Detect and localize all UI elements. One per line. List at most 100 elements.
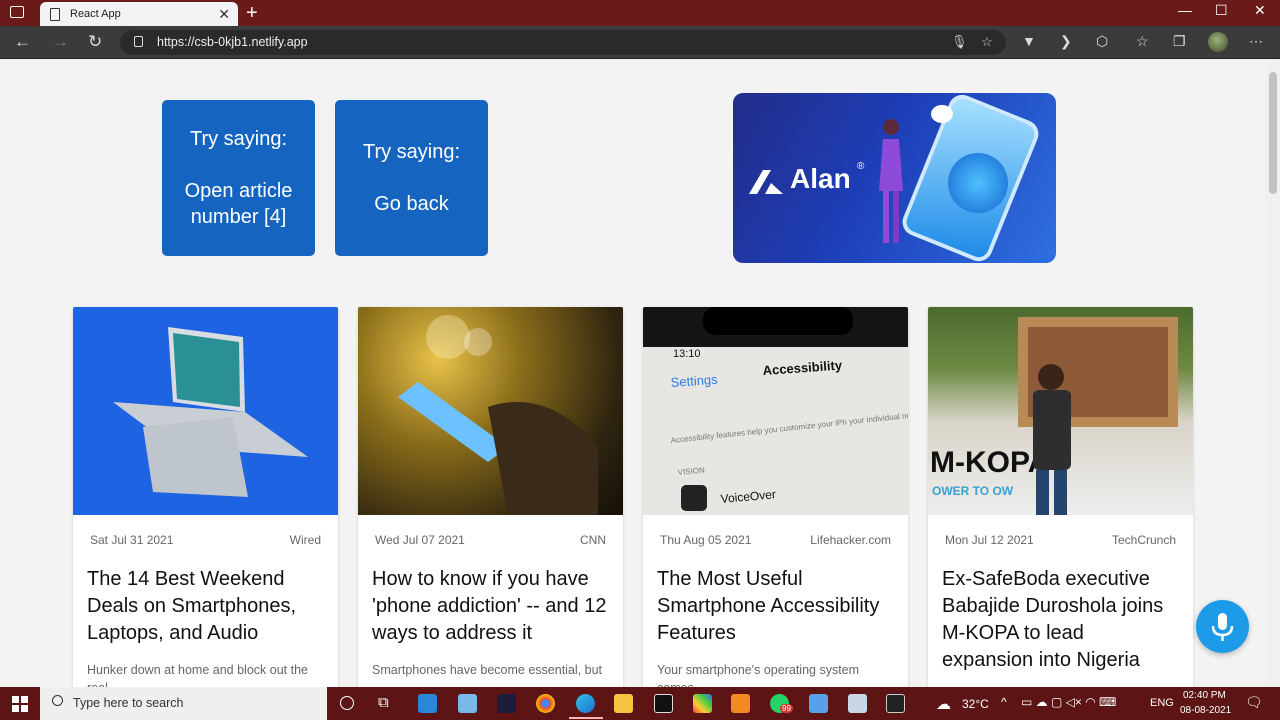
virtualbox-icon[interactable]: [458, 694, 477, 713]
windows-taskbar: Type here to search ⧉ 99 ☁ 32°C ^ ▭ ☁ ▢ …: [0, 687, 1280, 720]
article-date: Mon Jul 12 2021: [945, 533, 1034, 547]
profile-avatar[interactable]: [1208, 32, 1228, 52]
tab-close-icon[interactable]: ✕: [218, 6, 230, 23]
article-card[interactable]: Sat Jul 31 2021 Wired The 14 Best Weeken…: [73, 307, 338, 687]
terminal-icon[interactable]: [654, 694, 673, 713]
voiceover-text: VoiceOver: [720, 487, 776, 506]
search-placeholder: Type here to search: [73, 696, 184, 710]
vscode-icon[interactable]: [418, 694, 437, 713]
minimize-button[interactable]: —: [1178, 2, 1192, 18]
article-description: Smartphones have become essential, but: [372, 663, 602, 677]
article-source: CNN: [580, 533, 606, 547]
article-image: [73, 307, 338, 515]
mkopa-tagline-text: OWER TO OW: [932, 484, 1014, 498]
microphone-icon: [1211, 613, 1234, 641]
hint-heading: Try saying:: [362, 141, 461, 163]
hint-heading: Try saying:: [189, 128, 288, 150]
page-content: Try saying: Open article number [4] Try …: [0, 60, 1266, 687]
alan-banner: Alan ®: [733, 93, 1056, 263]
extension-shield-icon[interactable]: ▼: [1022, 33, 1036, 49]
alan-logo-icon: [749, 170, 783, 194]
more-menu-icon[interactable]: ⋯: [1249, 33, 1263, 50]
notepad-icon[interactable]: [848, 694, 867, 713]
close-window-button[interactable]: ✕: [1254, 2, 1266, 19]
favorite-add-icon[interactable]: ☆: [981, 34, 993, 50]
accessibility-heading-text: Accessibility: [762, 357, 843, 378]
search-icon: [52, 695, 63, 706]
article-title[interactable]: Ex-SafeBoda executive Babajide Duroshola…: [928, 566, 1193, 674]
sublime-icon[interactable]: [731, 694, 750, 713]
woman-illustration: [879, 119, 903, 243]
article-source: Wired: [289, 533, 321, 547]
extension-arrow-icon[interactable]: ❯: [1060, 33, 1072, 50]
article-description: Your smartphone's operating system comes: [657, 663, 860, 687]
address-bar[interactable]: https://csb-0kjb1.netlify.app 🎙 ☆: [120, 30, 1006, 55]
notification-icon[interactable]: 🗨: [1245, 694, 1263, 711]
weather-icon[interactable]: ☁: [936, 695, 951, 713]
microphone-icon[interactable]: 🎙: [951, 34, 968, 50]
scrollbar-thumb[interactable]: [1269, 72, 1277, 194]
whatsapp-badge: 99: [780, 704, 793, 713]
tab-actions-icon[interactable]: [10, 6, 24, 18]
extensions-icon[interactable]: ⬡: [1096, 33, 1108, 50]
mkopa-sign-text: M-KOPA: [930, 446, 1049, 479]
phone-time-text: 13:10: [673, 348, 701, 360]
task-view-icon[interactable]: ⧉: [378, 694, 389, 711]
edge-icon[interactable]: [576, 694, 595, 713]
accessibility-desc-text: Accessibility features help you customiz…: [670, 409, 908, 445]
maximize-button[interactable]: ☐: [1215, 2, 1228, 19]
alan-brand-text: Alan: [790, 163, 851, 194]
cortana-icon[interactable]: [340, 696, 354, 710]
cmd-icon[interactable]: [886, 694, 905, 713]
weather-temp[interactable]: 32°C: [962, 697, 989, 711]
article-description: Hunker down at home and block out the re…: [87, 663, 308, 687]
alan-mic-button[interactable]: [1196, 600, 1249, 653]
forward-button[interactable]: →: [52, 32, 69, 52]
settings-back-text: Settings: [670, 372, 718, 390]
collections-icon[interactable]: ❐: [1173, 33, 1186, 50]
article-title[interactable]: The Most Useful Smartphone Accessibility…: [643, 566, 908, 647]
hint-command: Go back: [374, 193, 449, 215]
lock-icon: [134, 36, 143, 47]
tab-title: React App: [70, 8, 121, 20]
article-title[interactable]: The 14 Best Weekend Deals on Smartphones…: [73, 566, 338, 647]
refresh-button[interactable]: ↻: [88, 32, 102, 52]
show-hidden-icons-icon[interactable]: ^: [1001, 695, 1007, 709]
language-indicator[interactable]: ENG: [1150, 697, 1174, 709]
article-date: Wed Jul 07 2021: [375, 533, 465, 547]
article-source: TechCrunch: [1111, 533, 1176, 547]
taskbar-search-box[interactable]: Type here to search: [40, 687, 327, 720]
article-source: Lifehacker.com: [810, 533, 891, 547]
page-scrollbar[interactable]: [1266, 60, 1280, 687]
back-button[interactable]: ←: [14, 32, 31, 52]
system-tray-icons[interactable]: ▭ ☁ ▢ ◁× ◠ ⌨: [1021, 695, 1116, 709]
active-app-indicator: [569, 717, 603, 719]
pycharm-icon[interactable]: [497, 694, 516, 713]
article-card[interactable]: Wed Jul 07 2021 CNN How to know if you h…: [358, 307, 623, 687]
vision-text: VISION: [677, 466, 705, 477]
article-title[interactable]: How to know if you have 'phone addiction…: [358, 566, 623, 647]
article-card[interactable]: 13:10 Settings Accessibility Accessibili…: [643, 307, 908, 687]
browser-tab-strip: React App ✕ + — ☐ ✕: [0, 0, 1280, 26]
file-explorer-icon[interactable]: [614, 694, 633, 713]
browser-toolbar: ← → ↻ https://csb-0kjb1.netlify.app 🎙 ☆ …: [0, 26, 1280, 59]
article-date: Sat Jul 31 2021: [90, 533, 174, 547]
clock-time[interactable]: 02:40 PM: [1183, 690, 1226, 701]
article-date: Thu Aug 05 2021: [660, 533, 752, 547]
windows-start-icon[interactable]: [12, 696, 28, 712]
hint-card-go-back: Try saying: Go back: [335, 100, 488, 256]
speech-bubble-icon: [931, 105, 953, 123]
hint-card-open-article: Try saying: Open article number [4]: [162, 100, 315, 256]
clock-date[interactable]: 08-08-2021: [1180, 705, 1231, 716]
browser-tab[interactable]: React App ✕: [40, 2, 238, 26]
article-image: M-KOPA OWER TO OW: [928, 307, 1193, 515]
photos-icon[interactable]: [809, 694, 828, 713]
robot-illustration: [948, 153, 1008, 213]
git-icon[interactable]: [693, 694, 712, 713]
chrome-icon[interactable]: [536, 694, 555, 713]
favorites-icon[interactable]: ☆: [1136, 33, 1149, 50]
new-tab-button[interactable]: +: [246, 2, 258, 24]
page-icon: [50, 7, 60, 21]
article-image: [358, 307, 623, 515]
article-card[interactable]: M-KOPA OWER TO OW Mon Jul 12 2021 TechCr…: [928, 307, 1193, 687]
